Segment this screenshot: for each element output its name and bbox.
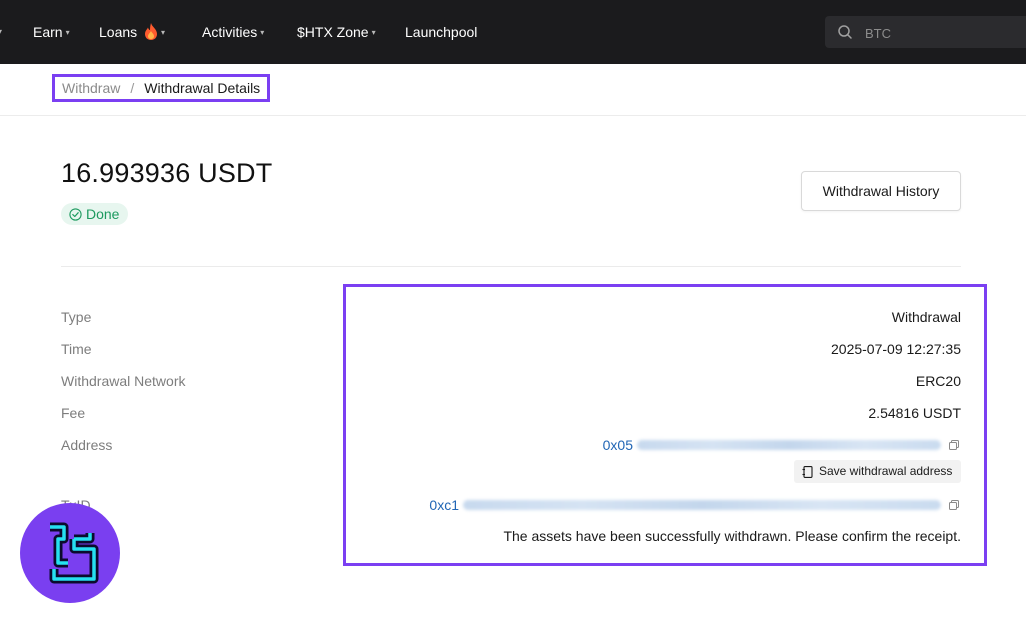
- breadcrumb-withdraw-link[interactable]: Withdraw: [62, 80, 120, 96]
- brand-watermark-logo: [20, 503, 120, 603]
- breadcrumb: Withdraw / Withdrawal Details: [52, 74, 271, 102]
- search-input[interactable]: [863, 22, 1017, 44]
- withdrawal-success-note: The assets have been successfully withdr…: [503, 528, 961, 544]
- withdrawal-amount: 16.993936 USDT: [61, 158, 273, 188]
- address-prefix: 0x05: [602, 437, 633, 453]
- network-label: Withdrawal Network: [61, 373, 186, 389]
- txid-value[interactable]: 0xc1: [429, 496, 959, 514]
- nav-item-activities[interactable]: Activities ▾: [202, 22, 264, 42]
- breadcrumb-bar: Withdraw / Withdrawal Details: [0, 64, 1026, 116]
- nav-item-label: Earn: [33, 24, 63, 40]
- status-badge: Done: [61, 203, 129, 225]
- nav-item-launchpool[interactable]: Launchpool: [405, 22, 477, 42]
- chevron-down-icon: ▾: [161, 28, 166, 38]
- fire-icon: [144, 23, 158, 45]
- status-text: Done: [86, 206, 120, 222]
- search-icon: [837, 24, 853, 45]
- copy-icon[interactable]: [949, 440, 959, 450]
- address-value[interactable]: 0x05: [603, 436, 959, 454]
- chevron-down-icon: ▾: [65, 28, 70, 38]
- copy-icon[interactable]: [949, 500, 959, 510]
- address-redacted: [637, 440, 941, 450]
- nav-item-label: Launchpool: [405, 24, 478, 40]
- breadcrumb-current: Withdrawal Details: [144, 80, 261, 96]
- logo-icon: [49, 522, 99, 584]
- chevron-down-icon: ▾: [260, 28, 265, 38]
- time-value: 2025-07-09 12:27:35: [831, 341, 961, 357]
- nav-item-label: $HTX Zone: [297, 24, 369, 40]
- section-divider: [61, 266, 961, 267]
- txid-redacted: [463, 500, 941, 510]
- nav-item-label: Loans: [99, 24, 138, 40]
- network-value: ERC20: [915, 373, 961, 389]
- fee-label: Fee: [61, 405, 86, 421]
- breadcrumb-separator: /: [130, 80, 135, 96]
- txid-prefix: 0xc1: [429, 497, 459, 513]
- nav-item-earn[interactable]: Earn ▾: [33, 22, 70, 42]
- nav-caret-partial[interactable]: ▾: [0, 22, 2, 42]
- search-box[interactable]: [825, 16, 1026, 48]
- address-book-icon: [802, 466, 813, 478]
- top-navigation-bar: ▾ Earn ▾ Loans ▾ Activities ▾ $HTX Zone ▾ L…: [0, 0, 1026, 64]
- type-label: Type: [61, 309, 92, 325]
- withdrawal-history-button[interactable]: Withdrawal History: [801, 171, 961, 211]
- nav-item-loans[interactable]: Loans ▾: [99, 22, 165, 42]
- fee-value: 2.54816 USDT: [868, 405, 961, 421]
- nav-item-htx-zone[interactable]: $HTX Zone ▾: [297, 22, 376, 42]
- address-label: Address: [61, 437, 113, 453]
- time-label: Time: [61, 341, 92, 357]
- chevron-down-icon: ▾: [371, 28, 376, 38]
- check-circle-icon: [69, 208, 82, 221]
- save-address-label: Save withdrawal address: [819, 464, 953, 478]
- type-value: Withdrawal: [891, 309, 961, 325]
- save-withdrawal-address-button[interactable]: Save withdrawal address: [794, 460, 961, 483]
- details-highlight-box: [343, 284, 987, 566]
- nav-item-label: Activities: [202, 24, 258, 40]
